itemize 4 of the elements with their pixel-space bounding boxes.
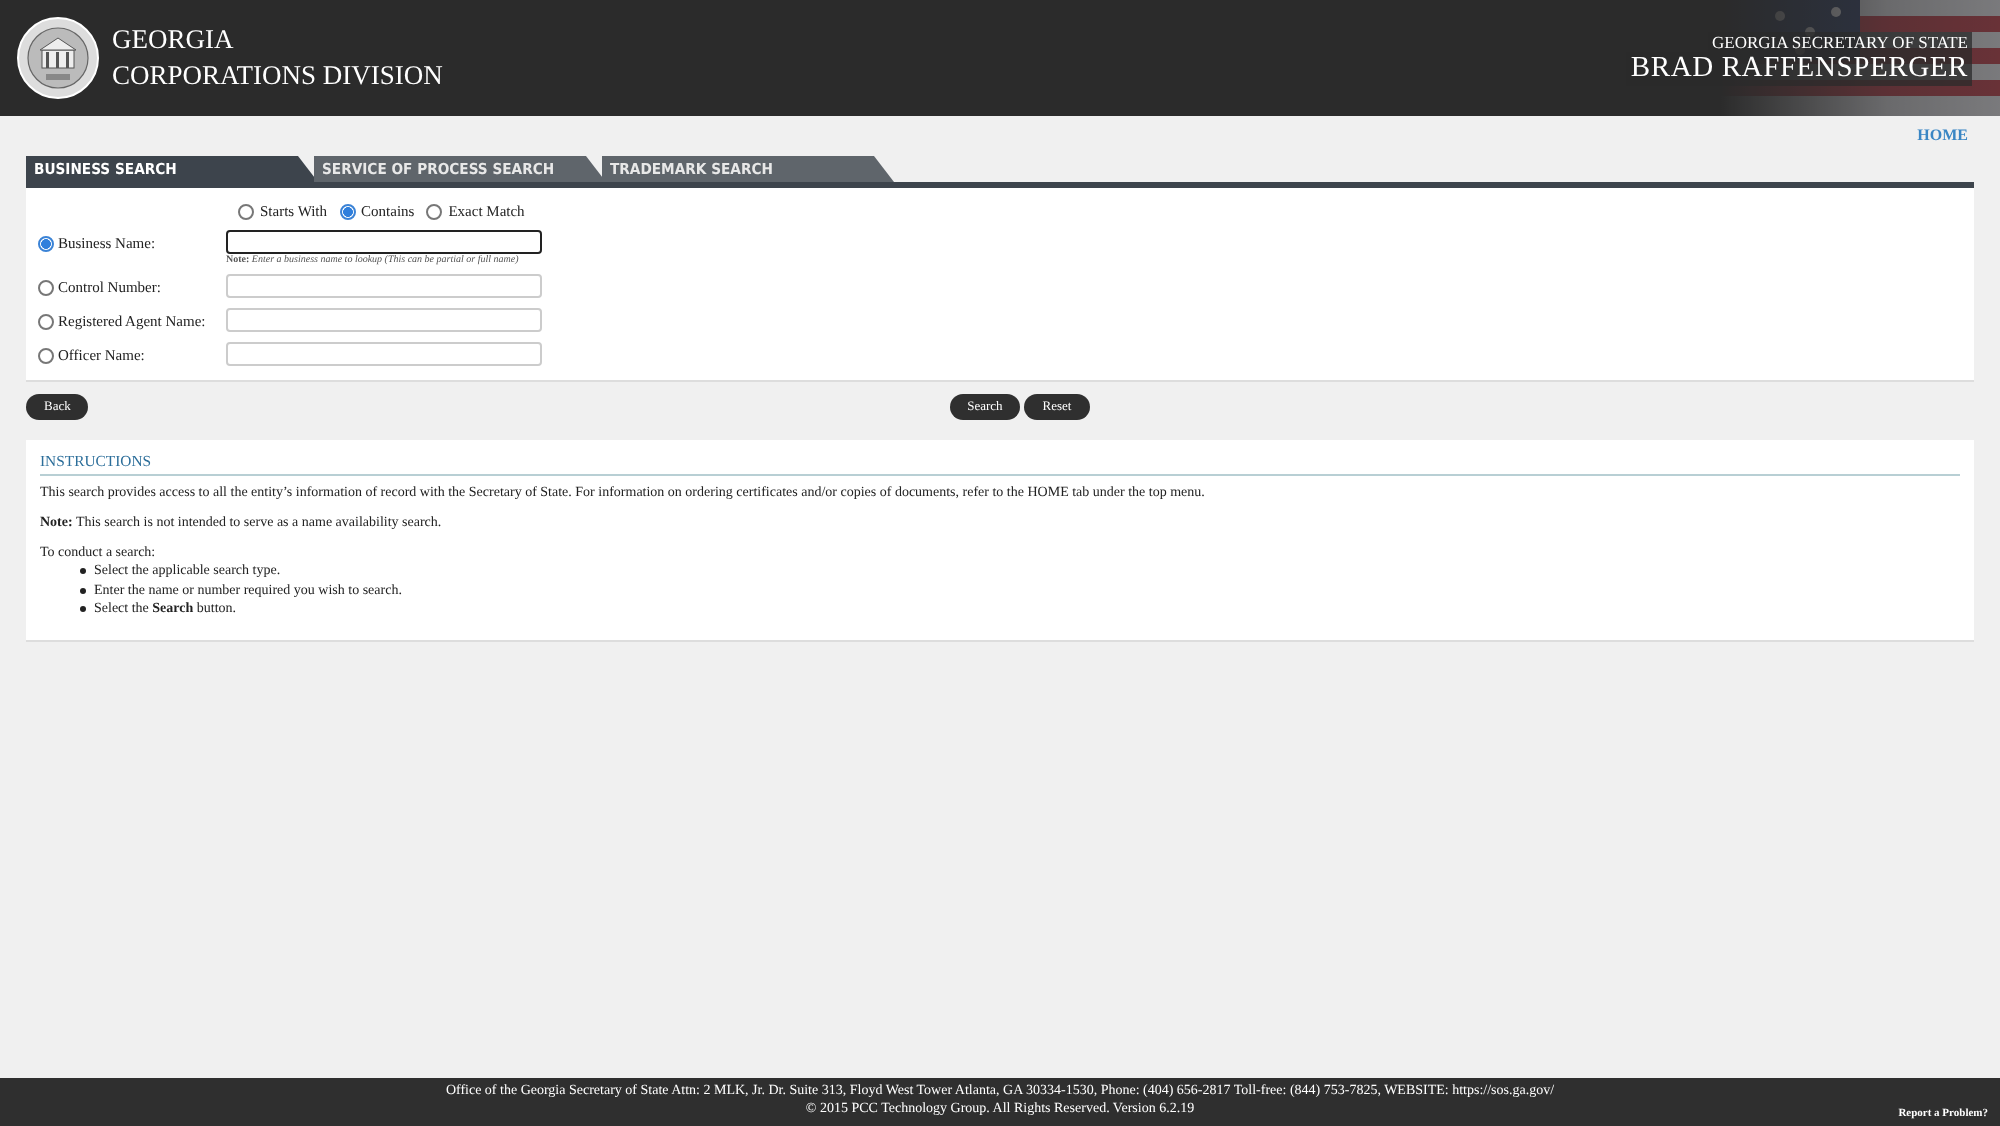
division-name: CORPORATIONS DIVISION [112,58,443,94]
agency-name: GEORGIA [112,22,236,58]
official-name: BRAD RAFFENSPERGER [1626,51,1972,85]
official-title: GEORGIA SECRETARY OF STATE [1708,31,1972,51]
